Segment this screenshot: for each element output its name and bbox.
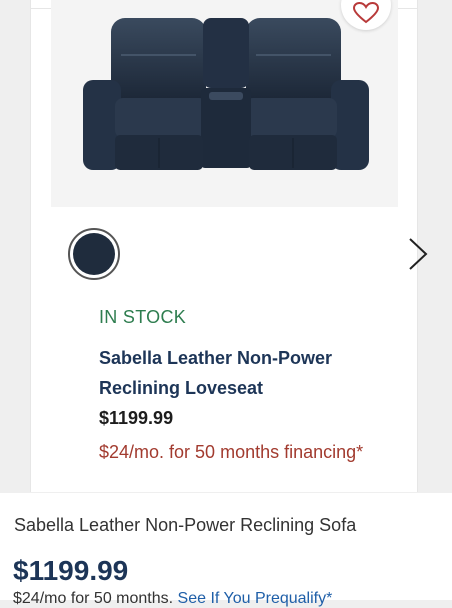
next-product-financing-text: $24/mo for 50 months. [13, 590, 174, 607]
next-product-section: Sabella Leather Non-Power Reclining Sofa… [0, 493, 452, 607]
loveseat-image [83, 18, 369, 170]
next-product-price: $1199.99 [13, 555, 129, 586]
next-product-title[interactable]: Sabella Leather Non-Power Reclining Sofa [14, 515, 356, 536]
prequalify-link[interactable]: See If You Prequalify* [178, 590, 333, 607]
product-title[interactable]: Sabella Leather Non-Power Reclining Love… [99, 343, 399, 403]
color-swatch[interactable] [68, 228, 120, 280]
product-card[interactable]: IN STOCK Sabella Leather Non-Power Recli… [30, 0, 418, 492]
product-price: $1199.99 [99, 408, 174, 428]
heart-outline-icon [353, 2, 379, 24]
stock-status: IN STOCK [99, 307, 187, 327]
color-swatch-fill [73, 233, 115, 275]
financing-text: $24/mo. for 50 months financing* [99, 442, 364, 462]
chevron-right-icon[interactable] [404, 236, 430, 272]
next-product-financing: $24/mo for 50 months. See If You Prequal… [13, 590, 332, 608]
product-image[interactable] [51, 0, 398, 207]
